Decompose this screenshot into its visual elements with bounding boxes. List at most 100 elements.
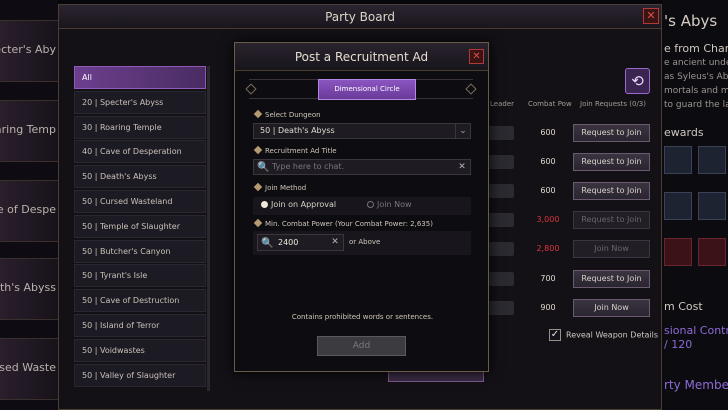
combat-power-value: 700 xyxy=(540,273,556,283)
select-dungeon-label: Select Dungeon xyxy=(253,109,321,119)
reward-item-icon xyxy=(664,238,692,266)
request-to-join-button[interactable]: Request to Join xyxy=(573,182,650,201)
join-now-button[interactable]: Join Now xyxy=(573,298,650,317)
dungeon-list-item[interactable]: 50 | Cave of Destruction xyxy=(74,289,206,313)
description-line: mortals and mons xyxy=(664,86,728,96)
radio-join-now[interactable]: Join Now xyxy=(367,200,412,209)
select-dungeon-text: Select Dungeon xyxy=(265,111,321,119)
request-to-join-button[interactable]: Request to Join xyxy=(573,153,650,172)
dungeon-list-item[interactable]: 40 | Cave of Desperation xyxy=(74,140,206,164)
join-on-approval-label: Join on Approval xyxy=(271,200,337,209)
reward-item-icon xyxy=(698,238,726,266)
screen: { "background": { "left_tiles": ["pecter… xyxy=(0,0,728,410)
dungeon-list-item[interactable]: 50 | Tyrant's Isle xyxy=(74,264,206,288)
dungeon-select[interactable]: 50 | Death's Abyss ⌄ xyxy=(253,123,471,139)
request-to-join-button[interactable]: Request to Join xyxy=(573,269,650,288)
background-right-panel: 's Abys e from Charac e ancient underg a… xyxy=(662,0,728,410)
dungeon-list-item[interactable]: 50 | Voidwastes xyxy=(74,338,206,362)
background-dungeon-tile: pecter's Aby xyxy=(0,20,58,82)
reward-item-icon xyxy=(698,146,726,174)
bullet-icon xyxy=(253,218,263,228)
join-now-label: Join Now xyxy=(377,200,412,209)
leader-name-hidden xyxy=(488,184,514,199)
combat-power-value: 900 xyxy=(540,302,556,312)
column-join-requests: Join Requests (0/3) xyxy=(580,100,646,108)
radio-selected-icon xyxy=(261,201,268,208)
dungeon-list-scrollbar[interactable] xyxy=(207,66,210,391)
leader-name-hidden xyxy=(488,126,514,140)
background-tile-label: ave of Despe xyxy=(0,203,56,216)
reward-item-icon xyxy=(664,146,692,174)
party-members-heading: rty Members xyxy=(664,378,728,392)
ad-title-input[interactable]: 🔍 Type here to chat. ✕ xyxy=(253,159,471,175)
dungeon-list-item[interactable]: 50 | Death's Abyss xyxy=(74,165,206,189)
chevron-down-icon[interactable]: ⌄ xyxy=(455,124,470,138)
column-combat-power: Combat Pow xyxy=(528,100,572,108)
radio-join-on-approval[interactable]: Join on Approval xyxy=(261,200,336,209)
combat-power-value: 3,000 xyxy=(536,215,560,225)
search-icon: 🔍 xyxy=(261,238,274,249)
dungeon-list-item[interactable]: 20 | Specter's Abyss xyxy=(74,90,206,114)
ad-title-placeholder: Type here to chat. xyxy=(272,162,345,171)
bullet-icon xyxy=(253,145,263,155)
min-combat-power-value: 2400 xyxy=(278,238,299,247)
diamond-ornament-icon xyxy=(245,83,257,95)
dungeon-list-item[interactable]: 50 | Cursed Wasteland xyxy=(74,189,206,213)
reward-item-icon xyxy=(698,192,726,220)
leader-name-hidden xyxy=(488,300,514,315)
background-tile-label: eath's Abyss xyxy=(0,281,56,294)
close-icon[interactable]: ✕ xyxy=(643,8,659,24)
tab-dimensional-circle[interactable]: Dimensional Circle xyxy=(318,79,416,100)
request-to-join-button[interactable]: Request to Join xyxy=(573,124,650,142)
dungeon-list-item[interactable]: All xyxy=(74,66,206,89)
combat-power-value: 2,800 xyxy=(536,244,560,254)
search-icon: 🔍 xyxy=(257,162,270,173)
bullet-icon xyxy=(253,182,263,192)
column-leader: Leader xyxy=(490,100,515,108)
dungeon-list-item[interactable]: 50 | Temple of Slaughter xyxy=(74,214,206,238)
clear-icon[interactable]: ✕ xyxy=(456,161,468,173)
dungeon-list-item[interactable]: 50 | Island of Terror xyxy=(74,313,206,337)
reveal-weapon-checkbox[interactable]: ✓ Reveal Weapon Details xyxy=(549,329,658,341)
join-now-button[interactable]: Join Now xyxy=(573,240,650,259)
dungeon-list-item[interactable]: 50 | Valley of Slaughter xyxy=(74,363,206,387)
background-tile-label: pecter's Aby xyxy=(0,43,56,56)
diamond-ornament-icon xyxy=(465,83,477,95)
background-dungeon-tile: oaring Temp xyxy=(0,100,58,162)
combat-power-value: 600 xyxy=(540,157,556,167)
radio-unselected-icon xyxy=(367,201,374,208)
reveal-weapon-label: Reveal Weapon Details xyxy=(566,330,659,340)
dungeon-list-item[interactable]: 30 | Roaring Temple xyxy=(74,115,206,139)
dungeon-list-item[interactable]: 50 | Butcher's Canyon xyxy=(74,239,206,263)
checkbox-icon[interactable]: ✓ xyxy=(549,329,561,341)
min-combat-power-row: 🔍 2400 ✕ or Above xyxy=(253,231,471,255)
description-line: e ancient underg xyxy=(664,58,728,68)
dungeon-title-fragment: 's Abys xyxy=(664,12,718,30)
leader-name-hidden xyxy=(488,213,514,228)
contract-label: sional Contract xyxy=(664,324,728,337)
party-board-title: Party Board xyxy=(59,5,661,29)
dialog-tab-bar: Dimensional Circle xyxy=(245,79,477,100)
dungeon-list: All 20 | Specter's Abyss 30 | Roaring Temp… xyxy=(74,66,206,391)
min-combat-power-label: Min. Combat Power (Your Combat Power: 2,… xyxy=(253,218,433,228)
combat-power-value: 600 xyxy=(540,186,556,196)
add-button[interactable]: Add xyxy=(317,336,406,356)
ad-title-text: Recruitment Ad Title xyxy=(265,147,337,155)
leader-name-hidden xyxy=(488,271,514,286)
leader-name-hidden xyxy=(488,242,514,257)
clear-icon[interactable]: ✕ xyxy=(329,236,341,248)
close-icon[interactable]: ✕ xyxy=(469,49,484,64)
min-combat-power-input[interactable]: 🔍 2400 ✕ xyxy=(257,234,344,251)
rewards-heading: ewards xyxy=(664,126,704,139)
join-method-text: Join Method xyxy=(265,184,307,192)
min-combat-power-text: Min. Combat Power (Your Combat Power: 2,… xyxy=(265,220,433,228)
request-to-join-button[interactable]: Request to Join xyxy=(573,211,650,230)
ad-title-label: Recruitment Ad Title xyxy=(253,145,337,155)
refresh-icon[interactable]: ⟲ xyxy=(625,68,650,94)
bullet-icon xyxy=(253,109,263,119)
background-dungeon-tile: eath's Abyss xyxy=(0,258,58,320)
description-line: as Syleus's Abys xyxy=(664,72,728,82)
contract-count: / 120 xyxy=(664,338,693,351)
combat-power-value: 600 xyxy=(540,128,556,137)
dungeon-select-value: 50 | Death's Abyss xyxy=(260,126,335,135)
